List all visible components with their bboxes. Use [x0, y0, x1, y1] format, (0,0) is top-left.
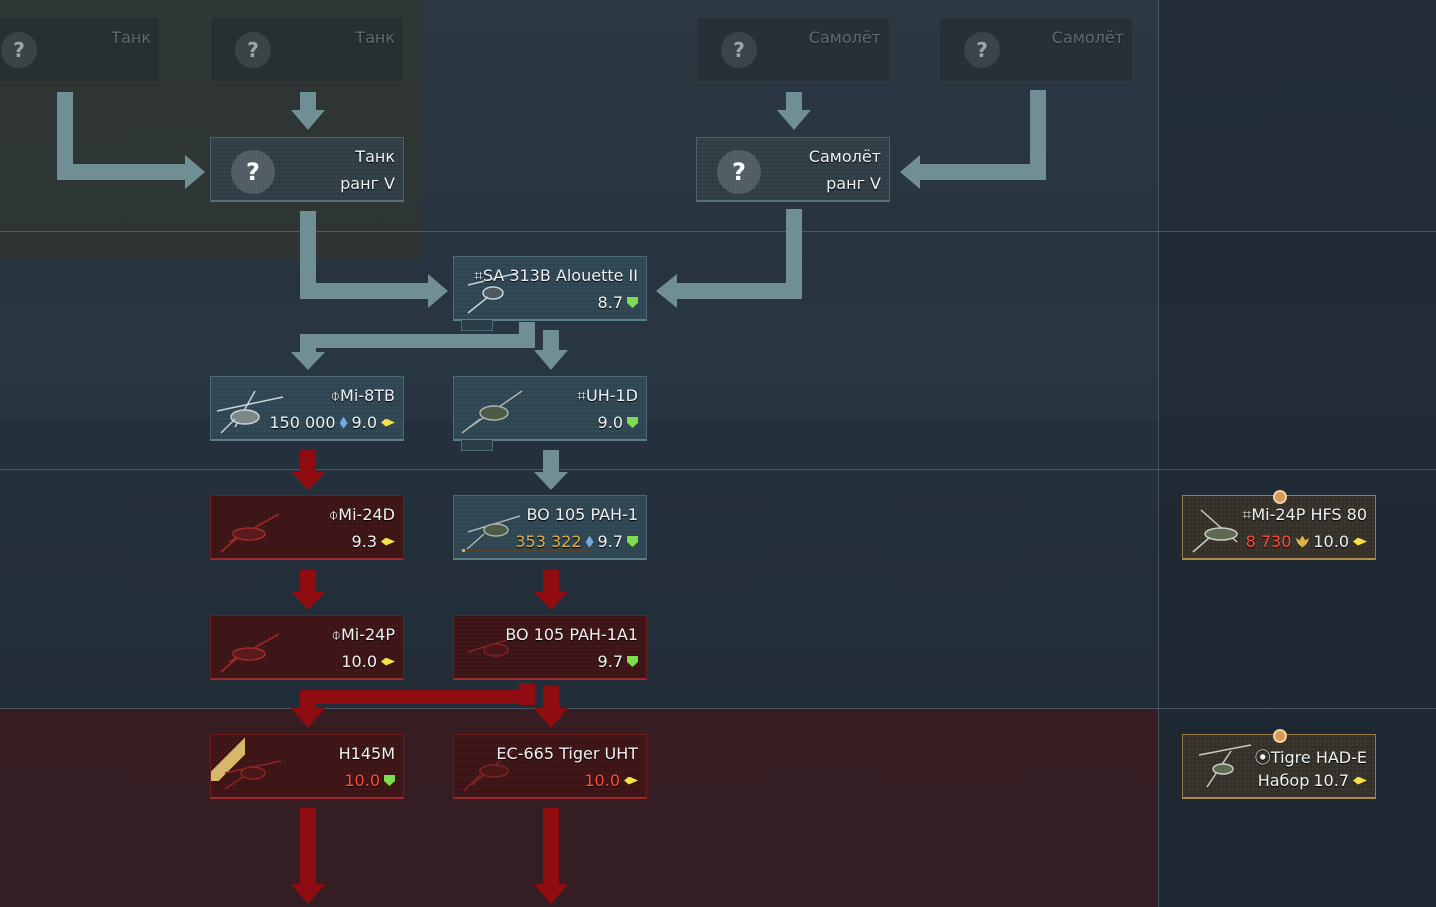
premium-badge-icon [1273, 490, 1287, 504]
battle-rating: 9.7 [597, 652, 623, 671]
green-shield-icon [627, 297, 638, 308]
green-shield-icon [627, 656, 638, 667]
premium-badge-icon [1273, 729, 1287, 743]
question-icon: ? [235, 32, 271, 68]
rank-label: ранг V [340, 174, 395, 193]
green-shield-icon [627, 417, 638, 428]
vehicle-card-mi24d[interactable]: ⌽Mi-24D 9.3 [210, 495, 404, 560]
research-point-icon [339, 416, 348, 429]
prerequisite-tank-ghost: ? Танк [210, 17, 404, 82]
vehicle-card-mi8tb[interactable]: ⌽Mi-8TB 150 000 9.0 [210, 376, 404, 441]
battle-rating: 10.0 [341, 652, 377, 671]
vehicle-name: Mi-24P [340, 625, 395, 644]
nation-flag-icon: ⌽ [331, 625, 341, 644]
battle-rating: 9.7 [597, 532, 623, 551]
vehicle-card-mi24p-hfs80[interactable]: ⌗Mi-24P HFS 80 8 730 10.0 [1182, 490, 1376, 560]
vehicle-name: H145M [338, 744, 395, 763]
vehicle-name: SA 313B Alouette II [482, 266, 638, 285]
research-point-icon [585, 535, 594, 548]
prerequisite-plane-ghost: ? Самолёт [939, 17, 1133, 82]
battle-rating: 10.0 [584, 771, 620, 790]
nation-flag-icon: ⌽ [330, 386, 341, 405]
vehicle-type-label: Самолёт [808, 147, 881, 166]
vehicle-card-bo105-pah1a1[interactable]: BO 105 PAH-1A1 9.7 [453, 615, 647, 680]
vehicle-name: UH-1D [585, 386, 638, 405]
vehicle-name: BO 105 PAH-1 [526, 505, 638, 524]
question-icon: ? [1, 32, 37, 68]
yellow-arrow-icon [1353, 537, 1367, 546]
battle-rating: 9.0 [351, 413, 377, 432]
vehicle-card-ec665[interactable]: EC-665 Tiger UHT 10.0 [453, 734, 647, 799]
pack-label: Набор [1257, 771, 1310, 790]
vehicle-type-label: Самолёт [808, 28, 881, 47]
prerequisite-tank-ghost: ? Танк [0, 17, 160, 82]
battle-rating: 10.7 [1313, 771, 1349, 790]
battle-rating: 9.3 [351, 532, 377, 551]
helicopter-icon [1198, 744, 1252, 788]
prerequisite-tank-rank[interactable]: ? Танк ранг V [210, 137, 404, 202]
nation-flag-icon: ⌗ [473, 266, 483, 285]
battle-rating: 8.7 [597, 293, 623, 312]
nation-flag-icon: ⌗ [576, 386, 586, 405]
vehicle-name: Tigre HAD-E [1270, 748, 1367, 767]
nation-flag-icon: ⦿ [1254, 748, 1271, 767]
vehicle-type-label: Самолёт [1051, 28, 1124, 47]
vehicle-card-alouette[interactable]: ⌗SA 313B Alouette II 8.7 [453, 256, 647, 321]
vehicle-card-bo105-pah1[interactable]: BO 105 PAH-1 353 322 9.7 [453, 495, 647, 560]
question-icon: ? [721, 32, 757, 68]
vehicle-name: Mi-24D [338, 505, 395, 524]
prerequisite-plane-rank[interactable]: ? Самолёт ранг V [696, 137, 890, 202]
yellow-arrow-icon [381, 657, 395, 666]
research-progress-fill [462, 549, 465, 552]
vehicle-name: BO 105 PAH-1A1 [505, 625, 638, 644]
vehicle-card-h145m[interactable]: H145M 10.0 [210, 734, 404, 799]
question-icon: ? [964, 32, 1000, 68]
vehicle-name: EC-665 Tiger UHT [496, 744, 638, 763]
vehicle-type-label: Танк [111, 28, 151, 47]
vehicle-name: Mi-24P HFS 80 [1251, 505, 1367, 524]
battle-rating: 9.0 [597, 413, 623, 432]
research-cost: 150 000 [269, 413, 336, 432]
nation-flag-icon: ⌗ [1242, 505, 1252, 524]
rank-label: ранг V [826, 174, 881, 193]
vehicle-type-label: Танк [355, 28, 395, 47]
card-tab [461, 440, 493, 451]
helicopter-icon [461, 390, 523, 434]
card-tab [461, 320, 493, 331]
question-icon: ? [717, 150, 761, 194]
battle-rating: 10.0 [344, 771, 380, 790]
green-shield-icon [627, 536, 638, 547]
vehicle-card-uh1d[interactable]: ⌗UH-1D 9.0 [453, 376, 647, 441]
helicopter-icon [224, 760, 282, 790]
yellow-arrow-icon [381, 418, 395, 427]
yellow-arrow-icon [624, 776, 638, 785]
vehicle-card-mi24p[interactable]: ⌽Mi-24P 10.0 [210, 615, 404, 680]
yellow-arrow-icon [1353, 776, 1367, 785]
helicopter-icon [220, 513, 280, 553]
yellow-arrow-icon [381, 537, 395, 546]
helicopter-icon [220, 633, 280, 673]
question-icon: ? [231, 150, 275, 194]
vehicle-name: Mi-8TB [340, 386, 395, 405]
golden-eagle-price: 8 730 [1245, 532, 1292, 551]
nation-flag-icon: ⌽ [328, 505, 339, 524]
vehicle-card-tigre-hade[interactable]: ⦿Tigre HAD-E Набор 10.7 [1182, 729, 1376, 799]
vehicle-type-label: Танк [355, 147, 395, 166]
green-shield-icon [384, 775, 395, 786]
prerequisite-plane-ghost: ? Самолёт [696, 17, 890, 82]
golden-eagle-icon [1295, 535, 1310, 548]
battle-rating: 10.0 [1313, 532, 1349, 551]
research-progress-bar [462, 549, 592, 552]
